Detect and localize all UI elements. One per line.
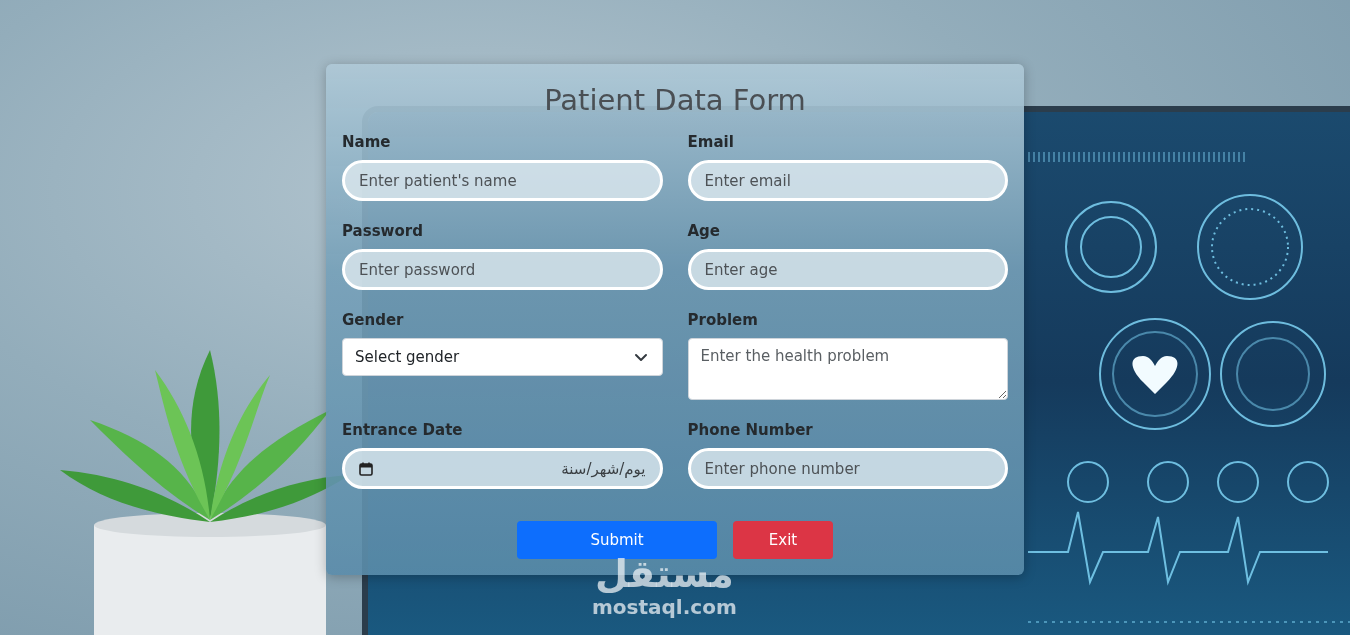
text-input[interactable] — [342, 160, 663, 201]
plant-icon — [60, 350, 360, 635]
text-input[interactable] — [688, 160, 1009, 201]
form-field: Entrance Date يوم/شهر/سنة — [342, 420, 663, 489]
watermark-latin: mostaql.com — [592, 596, 737, 618]
form-title: Patient Data Form — [342, 82, 1008, 118]
submit-button[interactable]: Submit — [517, 521, 717, 559]
form-field: Email — [688, 132, 1009, 201]
gender-select[interactable]: Select gender — [342, 338, 663, 376]
exit-button[interactable]: Exit — [733, 521, 833, 559]
text-input[interactable] — [342, 249, 663, 290]
form-grid: Name Email Password Age Gender Select gender P… — [342, 132, 1008, 489]
field-label: Password — [342, 221, 663, 241]
form-field: Age — [688, 221, 1009, 290]
field-label: Gender — [342, 310, 663, 330]
chevron-down-icon — [634, 352, 648, 362]
field-label: Phone Number — [688, 420, 1009, 440]
field-label: Problem — [688, 310, 1009, 330]
field-label: Entrance Date — [342, 420, 663, 440]
form-field: Password — [342, 221, 663, 290]
form-field: Phone Number — [688, 420, 1009, 489]
button-row: Submit Exit — [342, 521, 1008, 559]
patient-form-card: Patient Data Form Name Email Password Age Gen… — [326, 64, 1024, 575]
field-label: Name — [342, 132, 663, 152]
date-input[interactable]: يوم/شهر/سنة — [342, 448, 663, 489]
calendar-icon[interactable] — [359, 462, 373, 476]
select-text: Select gender — [355, 348, 459, 366]
text-input[interactable] — [688, 249, 1009, 290]
form-field: Problem — [688, 310, 1009, 400]
problem-textarea[interactable] — [688, 338, 1009, 400]
text-input[interactable] — [688, 448, 1009, 489]
field-label: Age — [688, 221, 1009, 241]
form-field: Gender Select gender — [342, 310, 663, 400]
date-placeholder: يوم/شهر/سنة — [561, 460, 645, 478]
form-field: Name — [342, 132, 663, 201]
field-label: Email — [688, 132, 1009, 152]
